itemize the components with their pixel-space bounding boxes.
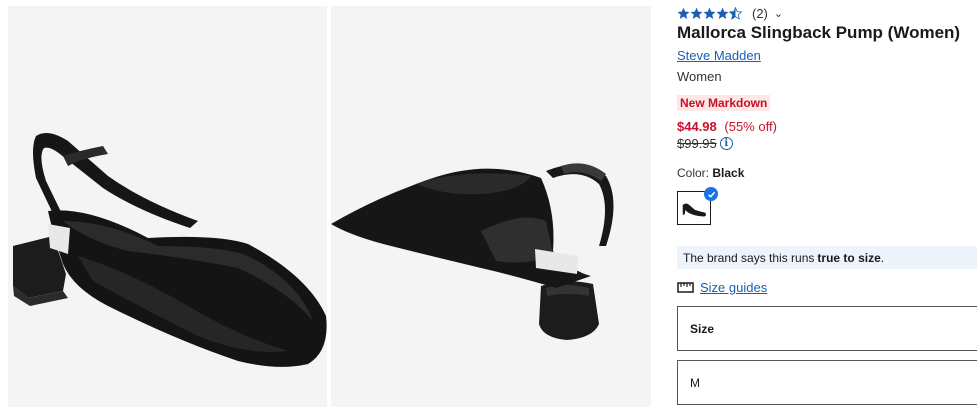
size-guide-icon (677, 282, 694, 293)
size-guides-row[interactable]: Size guides (677, 280, 767, 295)
info-icon[interactable]: i (719, 137, 733, 150)
color-row: Color: Black (677, 166, 744, 180)
fit-note: The brand says this runs true to size. (677, 246, 977, 269)
fit-text-suffix: . (880, 250, 885, 265)
fit-text-prefix: The brand says this runs (683, 250, 815, 265)
size-guides-link[interactable]: Size guides (700, 280, 767, 295)
rating-stars (677, 7, 742, 20)
product-title: Mallorca Slingback Pump (Women) (677, 23, 961, 42)
check-icon (704, 187, 718, 201)
chevron-down-icon[interactable]: ⌄ (774, 7, 783, 20)
star-half-icon (729, 7, 742, 20)
star-icon (703, 7, 716, 19)
original-price-row: $99.95 i (677, 136, 733, 151)
star-icon (677, 7, 690, 19)
product-image-1[interactable] (8, 6, 327, 407)
fit-text-bold: true to size (817, 250, 881, 265)
sale-price: $44.98 (677, 119, 717, 134)
star-icon (690, 7, 703, 19)
star-icon (716, 7, 729, 19)
markdown-badge: New Markdown (677, 95, 771, 111)
rating-count[interactable]: (2) (752, 6, 768, 21)
discount-percent: (55% off) (724, 119, 777, 134)
rating-row[interactable]: (2) ⌄ (677, 6, 783, 21)
gender-label: Women (677, 69, 722, 84)
shoe-front-image (8, 6, 327, 407)
size-select[interactable]: Size (677, 306, 977, 351)
color-value: Black (712, 166, 745, 180)
width-select[interactable]: M (677, 360, 977, 405)
original-price: $99.95 (677, 136, 717, 151)
price-row: $44.98 (55% off) (677, 119, 777, 134)
product-image-2[interactable] (331, 6, 651, 407)
color-label: Color: (677, 166, 710, 180)
shoe-back-image (331, 6, 651, 407)
brand-link[interactable]: Steve Madden (677, 48, 761, 63)
